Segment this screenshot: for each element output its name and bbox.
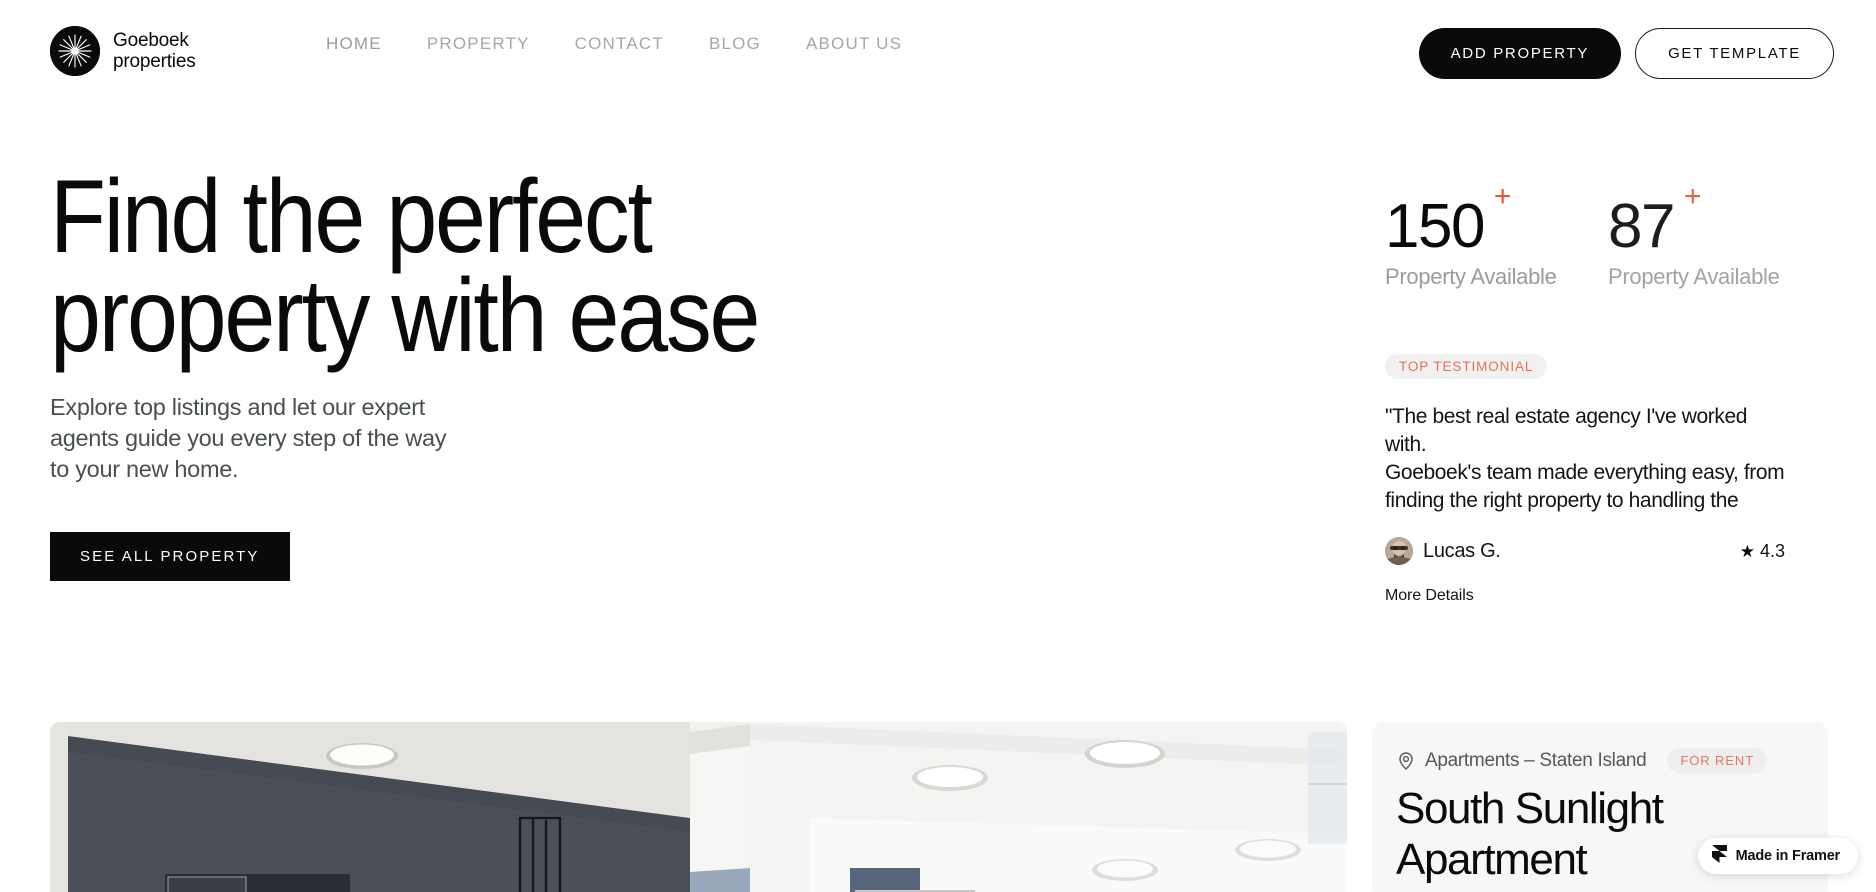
rating-value: 4.3 [1759, 540, 1785, 561]
add-property-button[interactable]: ADD PROPERTY [1418, 28, 1622, 79]
nav-item-blog[interactable]: BLOG [709, 34, 761, 54]
framer-logo-icon [1711, 844, 1727, 868]
framer-badge-label: Made in Framer [1735, 848, 1841, 864]
brand-logo[interactable]: Goeboek properties [50, 26, 196, 76]
hero-left-column: Find the perfect property with ease Expl… [50, 159, 910, 581]
property-meta: Apartments – Staten Island FOR RENT [1396, 748, 1804, 773]
avatar [1385, 537, 1413, 565]
nav-item-contact[interactable]: CONTACT [575, 34, 664, 54]
rating-group: ★ 4.3 [1740, 541, 1785, 562]
property-location: Apartments – Staten Island [1425, 749, 1647, 771]
get-template-button[interactable]: GET TEMPLATE [1635, 28, 1834, 79]
sunburst-circle-logo-icon [50, 26, 100, 76]
main-navigation: HOME PROPERTY CONTACT BLOG ABOUT US [326, 34, 902, 54]
more-details-link[interactable]: More Details [1385, 587, 1831, 605]
hero-right-column: 150 + Property Available 87 + Property Ava… [1385, 182, 1831, 605]
nav-item-property[interactable]: PROPERTY [427, 34, 530, 54]
header-actions: ADD PROPERTY GET TEMPLATE [1418, 28, 1834, 79]
nav-item-home[interactable]: HOME [326, 34, 382, 54]
stat-value: 150 + [1385, 182, 1511, 258]
site-header: Goeboek properties HOME PROPERTY CONTACT… [0, 0, 1876, 106]
hero-subtitle: Explore top listings and let our expert … [50, 394, 447, 482]
apartment-interior-photo [50, 722, 1347, 892]
stat-label: Property Available [1385, 264, 1557, 289]
see-all-property-button[interactable]: SEE ALL PROPERTY [50, 532, 290, 581]
made-in-framer-badge[interactable]: Made in Framer [1697, 838, 1858, 874]
stat-number: 87 [1608, 192, 1675, 261]
location-pin-icon [1396, 751, 1416, 771]
nav-item-about-us[interactable]: ABOUT US [806, 34, 902, 54]
top-testimonial-badge: TOP TESTIMONIAL [1385, 354, 1548, 379]
stat-item: 150 + Property Available [1385, 182, 1608, 290]
stat-label: Property Available [1608, 264, 1780, 289]
stat-value: 87 + [1608, 182, 1701, 258]
stat-number: 150 [1385, 192, 1485, 261]
hero-title: Find the perfect property with ease [50, 159, 760, 374]
landing-page: Goeboek properties HOME PROPERTY CONTACT… [0, 0, 1876, 892]
stats-group: 150 + Property Available 87 + Property Ava… [1385, 182, 1831, 290]
status-badge: FOR RENT [1667, 748, 1768, 773]
star-icon: ★ [1739, 541, 1755, 561]
brand-name: Goeboek properties [113, 30, 196, 72]
testimonial-quote: "The best real estate agency I've worked… [1385, 405, 1785, 512]
testimonial-block: TOP TESTIMONIAL "The best real estate ag… [1385, 354, 1831, 605]
reviewer-row: Lucas G. ★ 4.3 [1385, 537, 1785, 565]
stat-item: 87 + Property Available [1608, 182, 1831, 290]
stat-plus-icon: + [1493, 180, 1512, 213]
reviewer-name: Lucas G. [1423, 539, 1501, 562]
stat-plus-icon: + [1683, 180, 1702, 213]
